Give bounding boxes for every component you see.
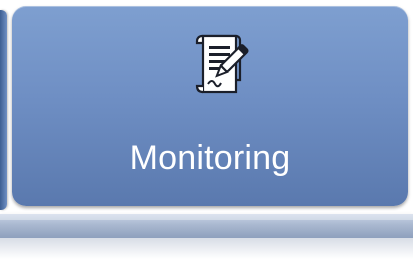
neighbor-tile-edge[interactable]	[0, 10, 7, 210]
tile-reflection	[0, 238, 413, 259]
stage: Monitoring	[0, 0, 413, 259]
tile-base-shine	[0, 214, 413, 220]
tile-label: Monitoring	[129, 139, 291, 177]
monitoring-tile[interactable]: Monitoring	[12, 6, 408, 206]
document-edit-icon	[188, 30, 258, 104]
